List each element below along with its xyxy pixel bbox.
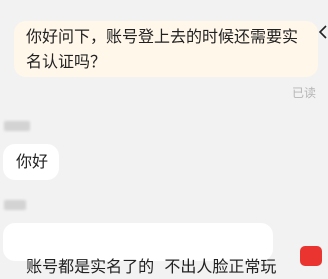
incoming-message-text: 你好 xyxy=(16,152,49,171)
watermark-logo xyxy=(300,246,322,266)
incoming-message-bubble[interactable]: 你好 xyxy=(3,144,59,180)
incoming-message-text: 账号都是实名了的 不出人脸正常玩 xyxy=(26,257,277,276)
sender-name-blurred xyxy=(4,121,30,131)
chevron-left-icon[interactable] xyxy=(319,25,327,39)
outgoing-message-text: 你好问下，账号登上去的时候还需要实名认证吗？ xyxy=(26,27,299,71)
outgoing-message-bubble[interactable]: 你好问下，账号登上去的时候还需要实名认证吗？ xyxy=(14,21,318,77)
sender-name-blurred xyxy=(4,200,26,210)
read-status: 已读 xyxy=(291,86,316,100)
incoming-message-bubble[interactable]: 账号都是实名了的 不出人脸正常玩 xyxy=(3,223,276,276)
